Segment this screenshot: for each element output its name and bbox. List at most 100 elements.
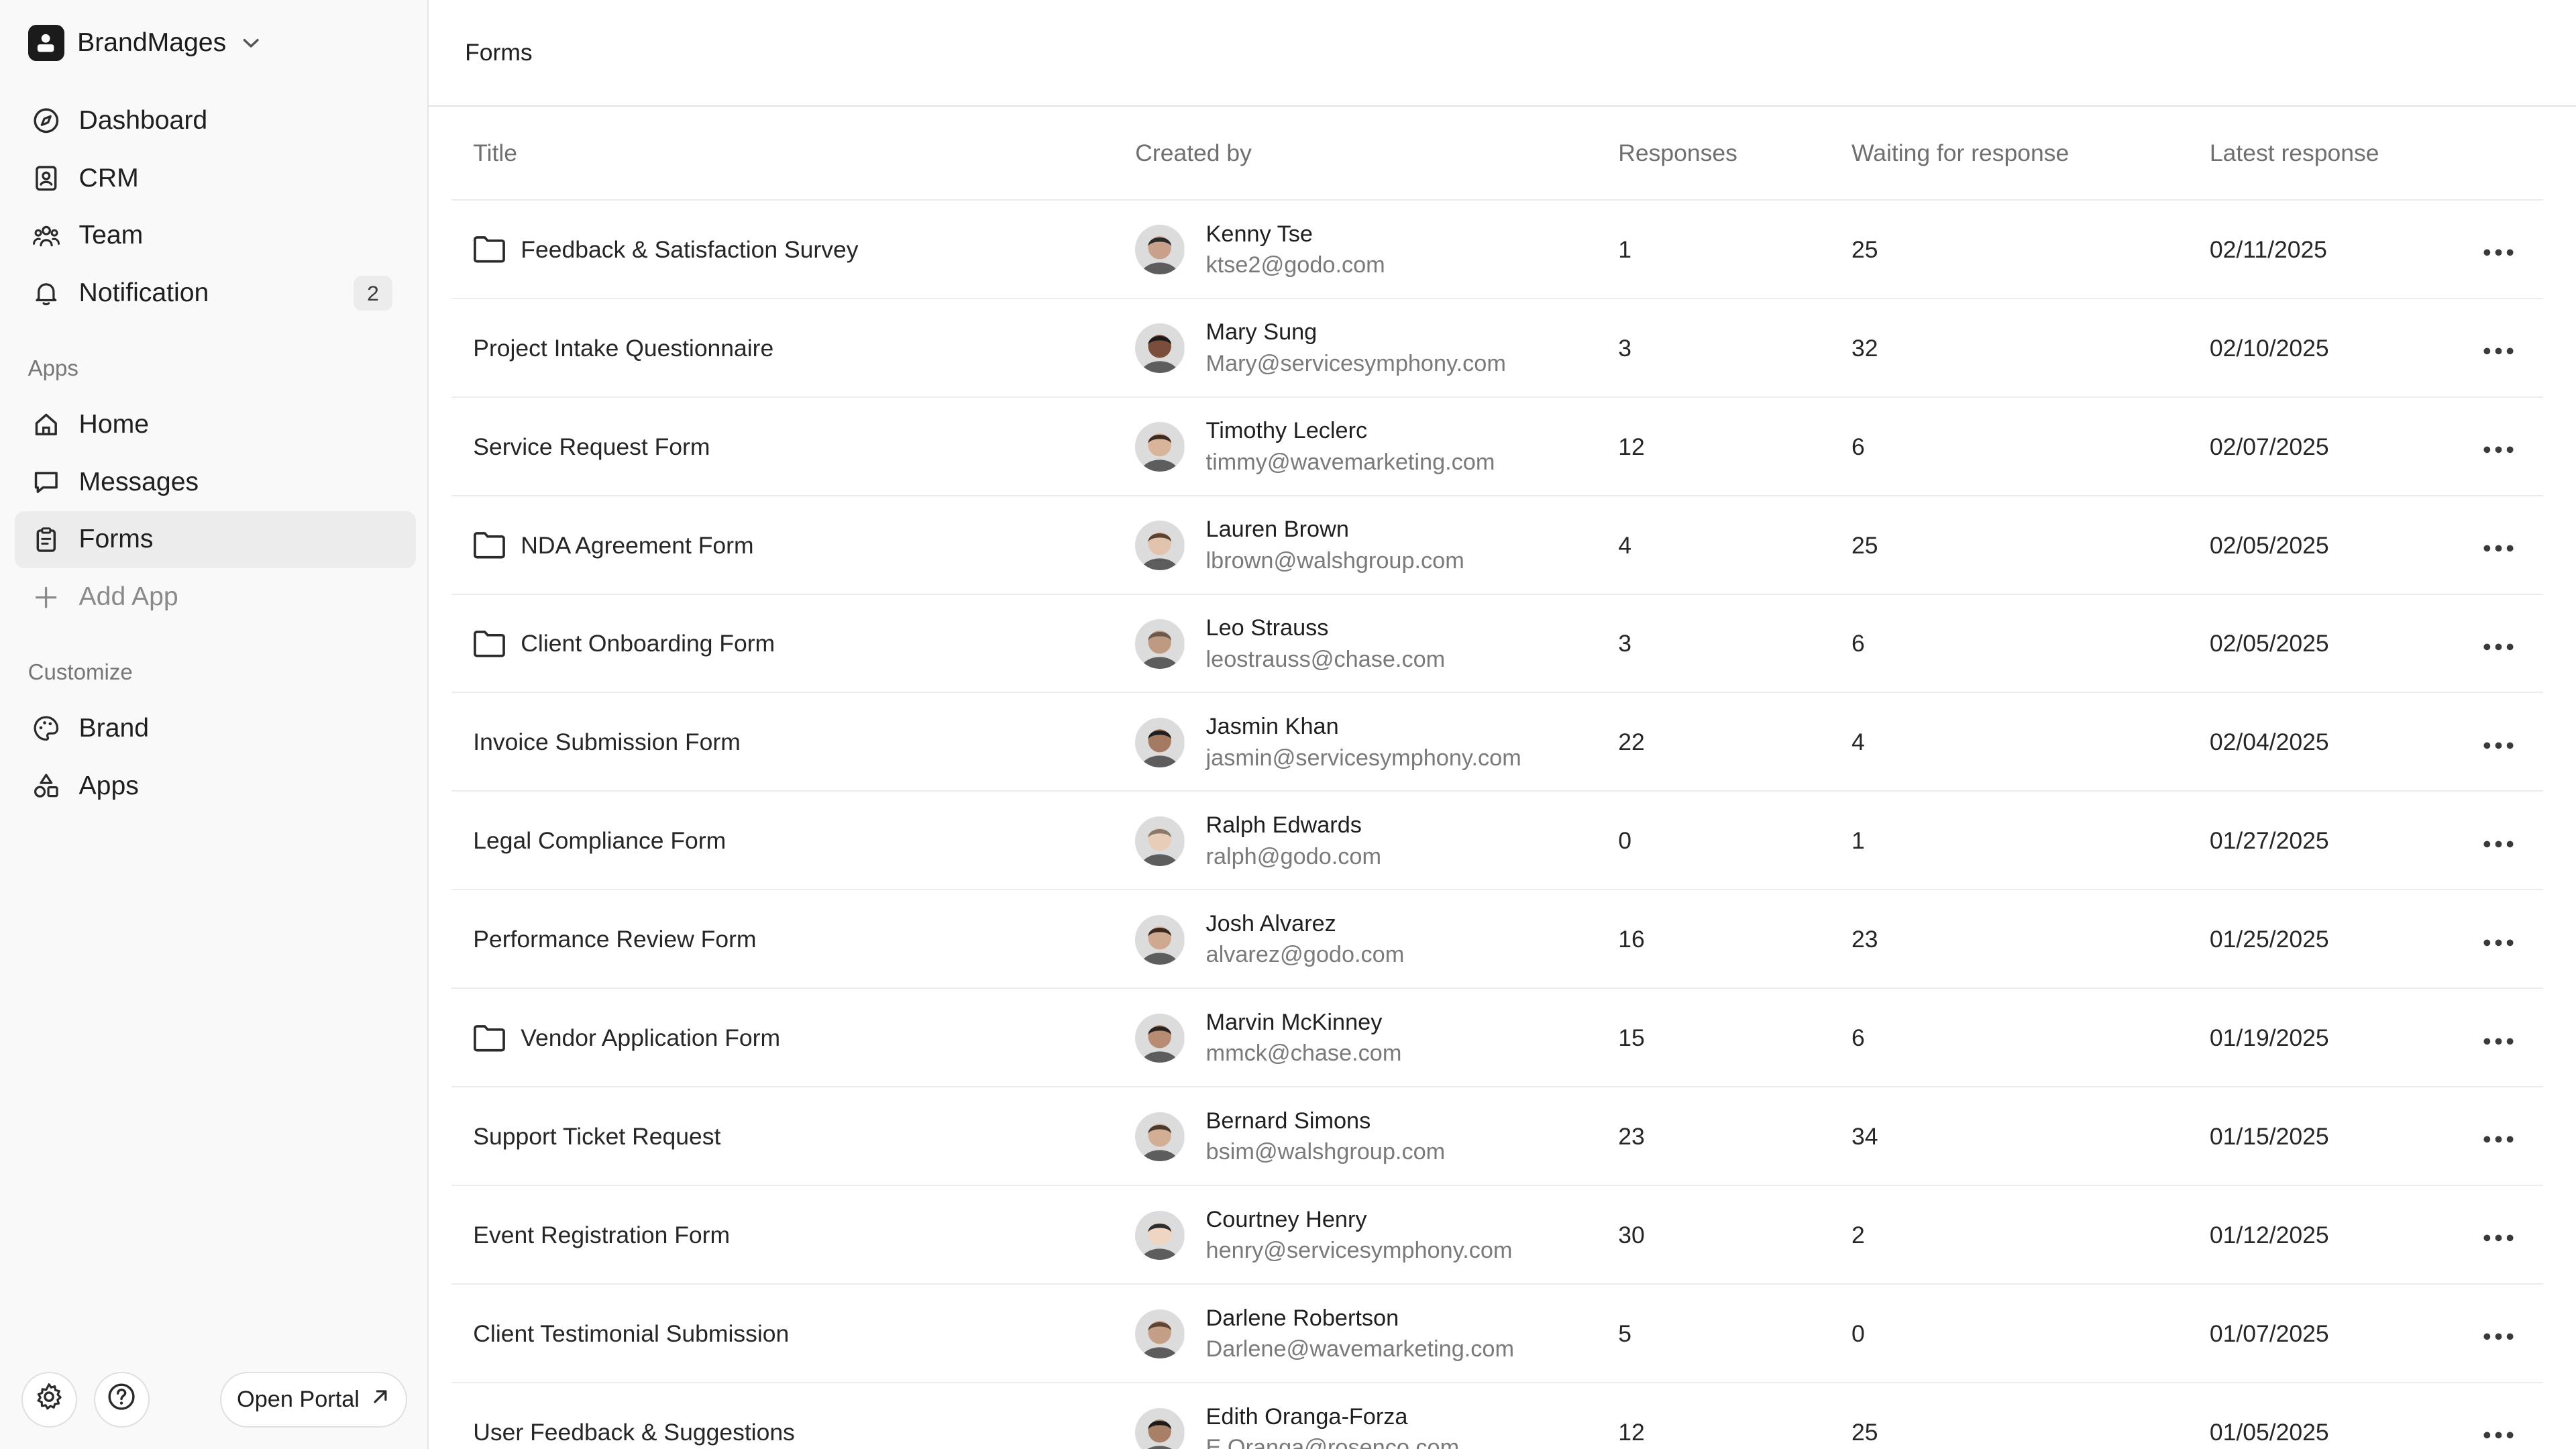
creator-info: Leo Strauss leostrauss@chase.com [1206,615,1446,672]
avatar [1135,323,1185,373]
more-horizontal-icon [2482,630,2515,657]
row-more-button[interactable] [2481,595,2517,694]
creator-info: Darlene Robertson Darlene@wavemarketing.c… [1206,1305,1514,1362]
creator-info: Bernard Simons bsim@walshgroup.com [1206,1108,1446,1165]
more-horizontal-icon [2482,1123,2515,1150]
sidebar-item-label: Add App [78,582,178,612]
table-row[interactable]: Event Registration Form Courtney Henry hen… [451,1186,2544,1285]
folder-icon [473,1024,506,1053]
row-more-button[interactable] [2481,792,2517,890]
row-more-button[interactable] [2481,693,2517,792]
responses-count: 12 [1618,433,1645,460]
sidebar-item-brand[interactable]: Brand [15,700,416,757]
creator-name: Edith Oranga-Forza [1205,1403,1408,1430]
form-title: Legal Compliance Form [473,827,727,855]
workspace-switcher[interactable]: BrandMages [28,24,262,61]
more-horizontal-icon [2482,926,2515,953]
creator-info: Mary Sung Mary@servicesymphony.com [1206,319,1506,376]
table-row[interactable]: Client Testimonial Submission Darlene Rob… [451,1285,2544,1383]
sidebar-item-dashboard[interactable]: Dashboard [15,92,416,150]
avatar [1135,816,1185,866]
table-row[interactable]: Client Onboarding Form Leo Strauss leostra… [451,595,2544,694]
table-row[interactable]: Service Request Form Timothy Leclerc timmy… [451,398,2544,496]
row-more-button[interactable] [2481,1087,2517,1186]
row-more-button[interactable] [2481,1285,2517,1383]
more-horizontal-icon [2482,1320,2515,1348]
avatar [1135,1309,1185,1359]
table-row[interactable]: NDA Agreement Form Lauren Brown lbrown@wal… [451,496,2544,595]
column-header-responses[interactable]: Responses [1618,140,1737,167]
row-more-button[interactable] [2481,1383,2517,1449]
form-title: Invoice Submission Form [473,729,741,756]
home-icon [32,410,61,439]
row-more-button[interactable] [2481,496,2517,595]
creator-email: bsim@walshgroup.com [1205,1139,1446,1165]
table-row[interactable]: Legal Compliance Form Ralph Edwards ralph@… [451,792,2544,891]
column-header-created-by[interactable]: Created by [1135,140,1252,167]
responses-count: 1 [1618,235,1631,263]
sidebar-item-messages[interactable]: Messages [15,453,416,511]
creator-email: Darlene@wavemarketing.com [1205,1336,1515,1362]
form-title-cell: Client Onboarding Form [473,595,775,694]
sidebar-item-home[interactable]: Home [15,396,416,453]
latest-response-date: 02/05/2025 [2209,630,2329,657]
sidebar-item-crm[interactable]: CRM [15,150,416,207]
creator-name: Ralph Edwards [1205,812,1362,839]
open-portal-button[interactable]: Open Portal [220,1371,408,1428]
creator-email: E.Oranga@rosenco.com [1205,1435,1460,1449]
table-row[interactable]: Support Ticket Request Bernard Simons bsim… [451,1087,2544,1187]
column-header-latest[interactable]: Latest response [2210,140,2379,167]
column-header-title[interactable]: Title [473,140,517,167]
table-row[interactable]: User Feedback & Suggestions Edith Oranga-… [451,1383,2543,1449]
waiting-count: 23 [1851,926,1878,953]
open-portal-label: Open Portal [237,1387,360,1413]
column-header-waiting[interactable]: Waiting for response [1851,140,2069,167]
more-horizontal-icon [2482,1419,2515,1446]
creator-cell: Darlene Robertson Darlene@wavemarketing.c… [1135,1285,1514,1383]
sidebar-item-team[interactable]: Team [15,207,416,265]
customize-section-label: Customize [28,660,133,686]
form-title: Vendor Application Form [521,1024,781,1052]
responses-count: 5 [1618,1320,1631,1348]
sidebar-item-forms[interactable]: Forms [15,511,416,569]
sidebar-item-notification[interactable]: Notification 2 [15,264,416,322]
table-row[interactable]: Performance Review Form Josh Alvarez alvar… [451,890,2544,989]
form-title: Event Registration Form [473,1222,731,1249]
responses-count: 16 [1618,926,1645,953]
table-row[interactable]: Project Intake Questionnaire Mary Sung Mar… [451,299,2544,398]
more-horizontal-icon [2482,729,2515,756]
creator-cell: Courtney Henry henry@servicesymphony.com [1135,1186,1512,1285]
waiting-count: 6 [1851,1024,1865,1052]
table-row[interactable]: Vendor Application Form Marvin McKinney mm… [451,989,2544,1088]
arrow-up-right-icon [370,1386,391,1413]
row-more-button[interactable] [2481,1186,2517,1285]
row-more-button[interactable] [2481,989,2517,1087]
more-horizontal-icon [2482,532,2515,559]
form-title-cell: Event Registration Form [473,1186,730,1285]
row-more-button[interactable] [2481,299,2517,398]
sidebar-item-label: CRM [78,163,139,193]
creator-info: Jasmin Khan jasmin@servicesymphony.com [1206,714,1521,771]
row-more-button[interactable] [2481,398,2517,496]
help-button[interactable] [93,1371,150,1428]
creator-name: Jasmin Khan [1205,714,1339,740]
row-more-button[interactable] [2481,890,2517,989]
avatar [1135,718,1185,767]
sidebar-item-add-app[interactable]: Add App [15,568,416,626]
creator-cell: Ralph Edwards ralph@godo.com [1135,792,1381,890]
sidebar-item-apps[interactable]: Apps [15,757,416,815]
settings-button[interactable] [21,1371,78,1428]
folder-icon [473,629,506,659]
form-title-cell: Performance Review Form [473,890,756,989]
latest-response-date: 02/11/2025 [2209,235,2327,263]
creator-email: mmck@chase.com [1205,1040,1402,1067]
responses-count: 4 [1618,531,1631,559]
table-row[interactable]: Invoice Submission Form Jasmin Khan jasmin… [451,693,2544,792]
latest-response-date: 01/15/2025 [2209,1123,2329,1150]
responses-count: 22 [1618,729,1645,756]
table-row[interactable]: Feedback & Satisfaction Survey Kenny Tse k… [451,201,2544,299]
latest-response-date: 02/05/2025 [2209,531,2329,559]
row-more-button[interactable] [2481,201,2517,299]
creator-name: Bernard Simons [1205,1108,1371,1134]
form-title-cell: Feedback & Satisfaction Survey [473,201,858,299]
